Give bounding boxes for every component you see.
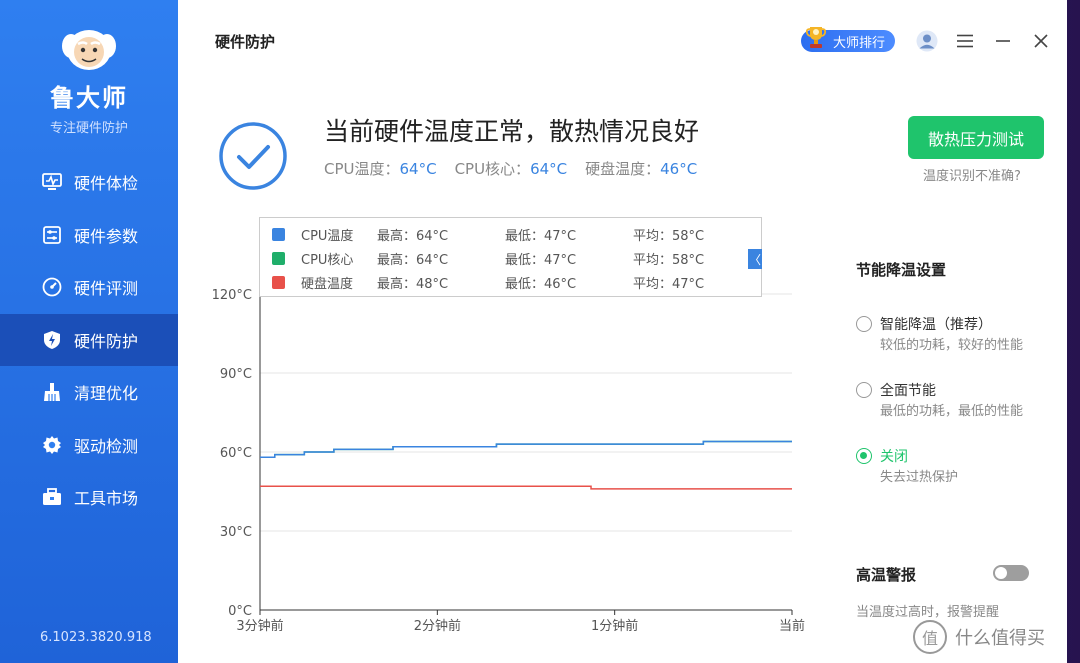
- sidebar-item-label: 驱动检测: [74, 436, 139, 456]
- option-desc: 最低的功耗，最低的性能: [880, 404, 1024, 419]
- legend-avg: 平均：47°C: [633, 276, 705, 292]
- option-label: 全面节能: [880, 383, 936, 399]
- cpu-core-readout: CPU核心：64°C: [454, 160, 568, 178]
- option-desc: 失去过热保护: [880, 470, 959, 485]
- legend-collapse-button[interactable]: 〈: [748, 249, 762, 269]
- radio-smart-cooling[interactable]: [856, 316, 872, 332]
- x-tick-label: 2分钟前: [414, 618, 461, 634]
- trophy-icon: [805, 27, 827, 48]
- legend-avg: 平均：58°C: [633, 228, 705, 244]
- monitor-pulse-icon: [42, 172, 62, 192]
- chart-legend: CPU温度 最高：64°C 最低：47°C 平均：58°C CPU核心 最高：6…: [259, 217, 762, 297]
- sidebar-item-tool-market[interactable]: 工具市场: [0, 471, 178, 524]
- legend-avg: 平均：58°C: [633, 252, 705, 268]
- brand-name: 鲁大师: [50, 84, 128, 112]
- sidebar-item-label: 清理优化: [74, 384, 139, 404]
- y-tick-label: 90°C: [220, 367, 252, 382]
- legend-row-disk-temp: 硬盘温度 最高：48°C 最低：46°C 平均：47°C: [272, 272, 704, 292]
- sliders-icon: [42, 225, 62, 245]
- option-desc: 较低的功耗，较好的性能: [880, 338, 1024, 353]
- energy-settings-title: 节能降温设置: [856, 261, 947, 279]
- version-label: 6.1023.3820.918: [40, 630, 152, 645]
- menu-icon[interactable]: [953, 29, 977, 53]
- temp-inaccurate-link[interactable]: 温度识别不准确?: [923, 165, 1021, 184]
- shield-bolt-icon: [42, 330, 62, 350]
- legend-max: 最高：48°C: [377, 276, 449, 292]
- main-panel: 硬件防护 大师排行 当前硬件温度正常，散热情况良好 CPU温度：64°C CPU…: [178, 0, 1067, 663]
- legend-row-cpu-temp: CPU温度 最高：64°C 最低：47°C 平均：58°C: [272, 224, 704, 244]
- close-icon[interactable]: [1029, 29, 1053, 53]
- sidebar-item-cleanup[interactable]: 清理优化: [0, 366, 178, 419]
- x-tick-label: 当前: [779, 618, 805, 634]
- gauge-icon: [42, 277, 62, 297]
- sidebar-item-hardware-benchmark[interactable]: 硬件评测: [0, 261, 178, 314]
- sidebar: 鲁大师 专注硬件防护 硬件体检 硬件参数 硬件评测 硬件防护 清理优化 驱动检测…: [0, 0, 178, 663]
- high-temp-alarm-title: 高温警报: [856, 566, 917, 584]
- temperature-chart: CPU温度 最高：64°C 最低：47°C 平均：58°C CPU核心 最高：6…: [202, 216, 812, 646]
- heat-stress-test-button[interactable]: 散热压力测试: [908, 116, 1044, 159]
- disk-temp-readout: 硬盘温度：46°C: [585, 160, 698, 178]
- master-lu-logo-icon: [62, 30, 116, 70]
- option-label: 智能降温（推荐）: [880, 317, 992, 333]
- sidebar-item-hardware-params[interactable]: 硬件参数: [0, 209, 178, 262]
- watermark: 值 什么值得买: [913, 620, 1045, 654]
- y-tick-label: 60°C: [220, 446, 252, 461]
- sidebar-item-hardware-protection[interactable]: 硬件防护: [0, 313, 178, 366]
- legend-min: 最低：47°C: [505, 228, 577, 244]
- radio-off[interactable]: [856, 448, 872, 464]
- sidebar-item-label: 硬件防护: [74, 331, 139, 351]
- legend-max: 最高：64°C: [377, 252, 449, 268]
- sidebar-item-label: 硬件评测: [74, 279, 139, 299]
- x-tick-label: 1分钟前: [591, 618, 638, 634]
- y-tick-label: 0°C: [228, 604, 252, 619]
- y-tick-label: 30°C: [220, 525, 252, 540]
- toolbox-icon: [42, 487, 62, 507]
- title-bar-tools: 大师排行: [800, 24, 1067, 58]
- series-line-硬盘温度: [260, 485, 792, 490]
- sidebar-nav: 硬件体检 硬件参数 硬件评测 硬件防护 清理优化 驱动检测 工具市场: [0, 156, 178, 524]
- page-title: 硬件防护: [215, 33, 276, 51]
- sidebar-item-label: 硬件体检: [74, 174, 139, 194]
- brand-slogan: 专注硬件防护: [49, 121, 128, 136]
- series-line-CPU温度: [260, 440, 792, 459]
- legend-min: 最低：47°C: [505, 252, 577, 268]
- master-ranking-label: 大师排行: [832, 35, 885, 51]
- cpu-temp-readout: CPU温度：64°C: [324, 160, 437, 178]
- sidebar-item-hardware-checkup[interactable]: 硬件体检: [0, 156, 178, 209]
- logo: 鲁大师 专注硬件防护: [0, 24, 178, 136]
- user-avatar-icon[interactable]: [915, 29, 939, 53]
- app-window: 鲁大师 专注硬件防护 硬件体检 硬件参数 硬件评测 硬件防护 清理优化 驱动检测…: [0, 0, 1067, 663]
- high-temp-alarm-toggle[interactable]: [993, 565, 1029, 581]
- watermark-text: 什么值得买: [955, 628, 1045, 649]
- legend-swatch: [272, 227, 285, 241]
- sidebar-item-driver-check[interactable]: 驱动检测: [0, 419, 178, 472]
- temperature-summary: CPU温度：64°C CPU核心：64°C 硬盘温度：46°C: [324, 158, 697, 179]
- sidebar-item-label: 工具市场: [74, 489, 139, 509]
- y-tick-label: 120°C: [212, 288, 252, 303]
- minimize-icon[interactable]: [991, 29, 1015, 53]
- status-ok-check-icon: [219, 122, 287, 190]
- legend-row-cpu-core: CPU核心 最高：64°C 最低：47°C 平均：58°C: [272, 248, 704, 268]
- legend-max: 最高：64°C: [377, 228, 449, 244]
- legend-series-name: CPU温度: [301, 228, 354, 244]
- legend-swatch: [272, 251, 285, 265]
- high-temp-alarm-desc: 当温度过高时，报警提醒: [856, 605, 1000, 620]
- legend-series-name: 硬盘温度: [301, 276, 354, 292]
- legend-series-name: CPU核心: [301, 252, 354, 268]
- watermark-logo: 值: [913, 620, 947, 654]
- x-tick-label: 3分钟前: [236, 618, 283, 634]
- radio-full-saving[interactable]: [856, 382, 872, 398]
- sidebar-item-label: 硬件参数: [74, 226, 139, 246]
- gear-icon: [42, 435, 62, 455]
- broom-icon: [42, 382, 62, 402]
- status-headline: 当前硬件温度正常，散热情况良好: [324, 117, 700, 146]
- legend-min: 最低：46°C: [505, 276, 577, 292]
- option-label: 关闭: [880, 449, 908, 465]
- master-ranking-button[interactable]: 大师排行: [800, 27, 895, 52]
- legend-swatch: [272, 275, 285, 289]
